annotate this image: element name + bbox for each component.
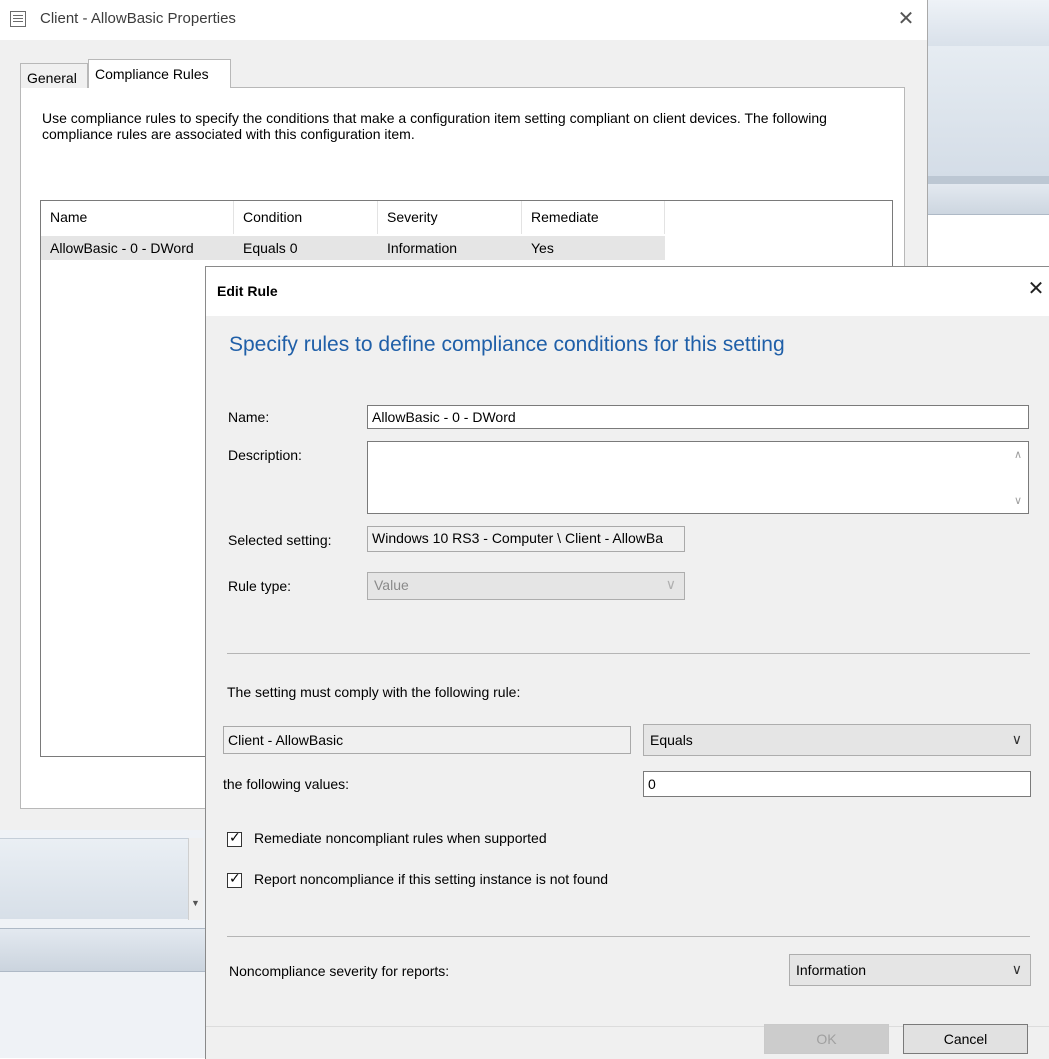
- selected-setting-field: Windows 10 RS3 - Computer \ Client - All…: [367, 526, 685, 552]
- ok-button[interactable]: OK: [764, 1024, 889, 1054]
- remediate-checkbox[interactable]: [227, 830, 242, 847]
- row-severity-cell: Information: [387, 240, 458, 256]
- edit-rule-dialog: [205, 266, 1049, 1059]
- column-header-severity[interactable]: Severity: [378, 201, 522, 234]
- edit-rule-heading: Specify rules to define compliance condi…: [229, 333, 785, 356]
- operator-value: Equals: [650, 732, 693, 748]
- remediate-label[interactable]: Remediate noncompliant rules when suppor…: [254, 830, 547, 846]
- separator: [227, 936, 1030, 937]
- chevron-down-icon: ∨: [1011, 961, 1022, 977]
- background-divider: [927, 176, 1049, 184]
- chevron-down-icon: ∨: [665, 576, 676, 592]
- values-field[interactable]: [643, 771, 1031, 797]
- severity-label: Noncompliance severity for reports:: [229, 963, 450, 979]
- properties-close-icon[interactable]: ✕: [892, 5, 920, 33]
- severity-select[interactable]: Information ∨: [789, 954, 1031, 986]
- name-field[interactable]: [367, 405, 1029, 429]
- column-header-remediate[interactable]: Remediate: [522, 201, 665, 234]
- report-label[interactable]: Report noncompliance if this setting ins…: [254, 871, 608, 887]
- values-label: the following values:: [223, 776, 350, 792]
- edit-rule-close-icon[interactable]: ✕: [1022, 275, 1049, 303]
- edit-rule-title: Edit Rule: [217, 283, 278, 299]
- tab-general[interactable]: General: [20, 63, 88, 88]
- severity-value: Information: [796, 962, 867, 978]
- edit-rule-titlebar: [206, 267, 1049, 316]
- rule-type-select: Value ∨: [367, 572, 685, 600]
- properties-title: Client - AllowBasic Properties: [40, 10, 236, 27]
- setting-name-field: Client - AllowBasic: [223, 726, 631, 754]
- background-ribbon-panel: [927, 46, 1049, 176]
- row-condition-cell: Equals 0: [243, 240, 298, 256]
- background-ribbon-band: [927, 0, 1049, 47]
- selected-setting-label: Selected setting:: [228, 532, 332, 548]
- rule-type-label: Rule type:: [228, 578, 292, 594]
- column-header-name[interactable]: Name: [41, 201, 234, 234]
- description-field[interactable]: ∧ ∨: [367, 441, 1029, 514]
- comply-text: The setting must comply with the followi…: [227, 684, 521, 700]
- row-remediate-cell: Yes: [531, 240, 554, 256]
- background-pane-band: [0, 838, 188, 919]
- cancel-button[interactable]: Cancel: [903, 1024, 1028, 1054]
- scroll-down-arrow-icon[interactable]: ▼: [191, 898, 200, 908]
- chevron-down-icon: ∨: [1011, 731, 1022, 747]
- scroll-down-icon[interactable]: ∨: [1014, 494, 1022, 507]
- scroll-up-icon[interactable]: ∧: [1014, 448, 1022, 461]
- row-name-cell: AllowBasic - 0 - DWord: [50, 240, 194, 256]
- description-label: Description:: [228, 447, 302, 463]
- rule-type-value: Value: [374, 577, 409, 593]
- name-label: Name:: [228, 409, 270, 425]
- separator: [227, 653, 1030, 654]
- operator-select[interactable]: Equals ∨: [643, 724, 1031, 756]
- background-pane-header: [0, 928, 206, 972]
- properties-window-icon: [10, 11, 26, 27]
- intro-text: Use compliance rules to specify the cond…: [42, 110, 827, 142]
- report-checkbox[interactable]: [227, 871, 242, 888]
- tab-compliance-rules[interactable]: Compliance Rules: [88, 59, 231, 88]
- column-header-condition[interactable]: Condition: [234, 201, 378, 234]
- background-header-band: [927, 184, 1049, 215]
